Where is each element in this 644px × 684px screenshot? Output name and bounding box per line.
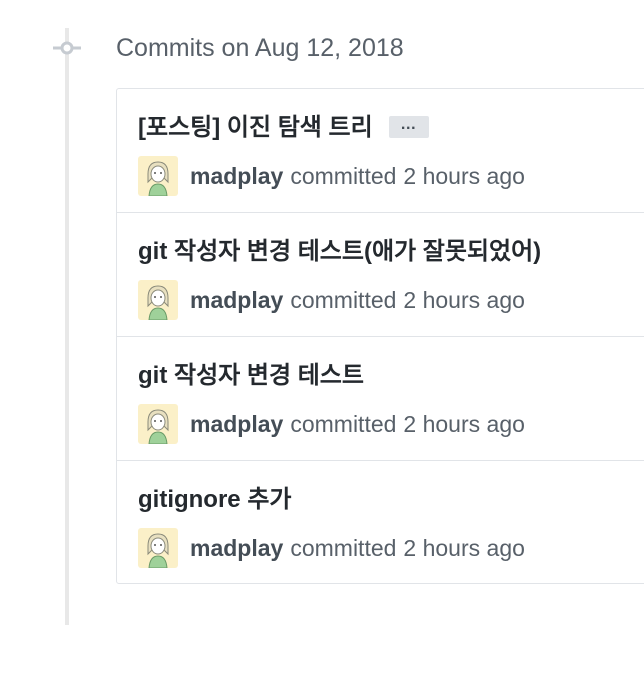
commit-group-title: Commits on Aug 12, 2018 (116, 34, 404, 62)
user-avatar[interactable] (138, 528, 178, 568)
commit-author-link[interactable]: madplay (190, 163, 283, 190)
git-commit-icon (53, 38, 81, 58)
commit-action-text: committed (290, 534, 397, 561)
commit-time: 2 hours ago (403, 410, 525, 437)
commit-item: [포스팅] 이진 탐색 트리 … madplay committed 2 hour… (117, 89, 644, 213)
commit-title-link[interactable]: git 작성자 변경 테스트(애가 잘못되었어) (138, 238, 541, 265)
commit-time: 2 hours ago (403, 534, 525, 561)
commit-item: git 작성자 변경 테스트(애가 잘못되었어) madplay committ… (117, 213, 644, 337)
commit-meta: madplay committed 2 hours ago (138, 404, 525, 444)
user-avatar[interactable] (138, 404, 178, 444)
commit-title-link[interactable]: gitignore 추가 (138, 486, 291, 513)
commit-item: git 작성자 변경 테스트 madplay committed 2 hours… (117, 337, 644, 461)
commit-list: [포스팅] 이진 탐색 트리 … madplay committed 2 hour… (116, 88, 644, 584)
commit-action-text: committed (290, 286, 397, 313)
commit-action-text: committed (290, 410, 397, 437)
commit-item: gitignore 추가 madplay committed 2 hours a… (117, 461, 644, 585)
commit-time: 2 hours ago (403, 286, 525, 313)
user-avatar[interactable] (138, 280, 178, 320)
commit-title-link[interactable]: git 작성자 변경 테스트 (138, 362, 364, 389)
commit-time: 2 hours ago (403, 162, 525, 189)
expand-message-button[interactable]: … (388, 115, 429, 138)
commit-title-row: git 작성자 변경 테스트 (138, 359, 364, 393)
commit-meta: madplay committed 2 hours ago (138, 528, 525, 568)
user-avatar[interactable] (138, 156, 178, 196)
commit-title-row: git 작성자 변경 테스트(애가 잘못되었어) (138, 235, 541, 269)
commit-author-link[interactable]: madplay (190, 411, 283, 438)
commit-author-link[interactable]: madplay (190, 535, 283, 562)
timeline-line (65, 28, 69, 625)
commit-meta: madplay committed 2 hours ago (138, 156, 525, 196)
commit-title-row: gitignore 추가 (138, 483, 291, 517)
commit-title-row: [포스팅] 이진 탐색 트리 … (138, 111, 429, 145)
commit-author-link[interactable]: madplay (190, 287, 283, 314)
commit-action-text: committed (290, 162, 397, 189)
commit-meta: madplay committed 2 hours ago (138, 280, 525, 320)
commit-title-link[interactable]: [포스팅] 이진 탐색 트리 (138, 114, 373, 141)
